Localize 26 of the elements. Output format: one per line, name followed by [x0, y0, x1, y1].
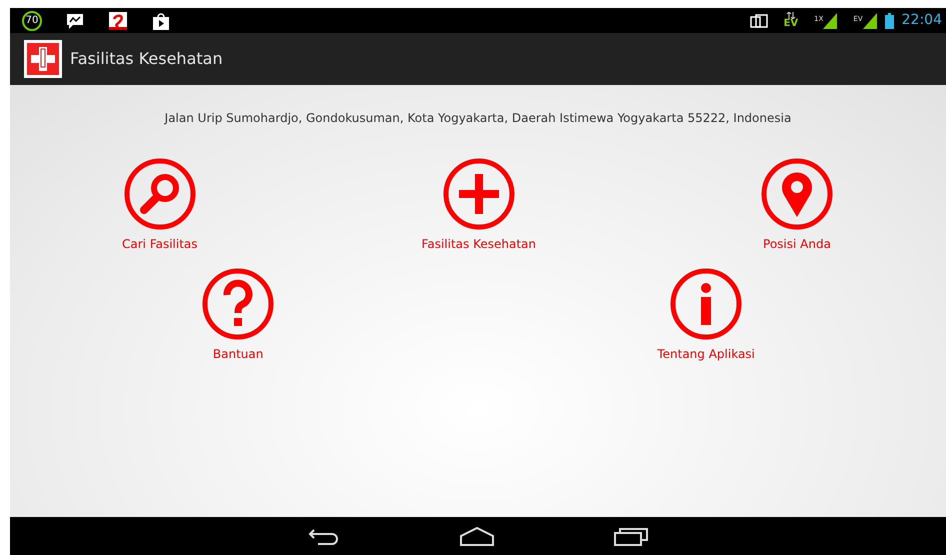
info-icon[interactable]	[669, 267, 744, 341]
store-bag-icon	[152, 12, 170, 30]
battery-icon	[884, 12, 894, 28]
plus-icon[interactable]	[442, 157, 516, 231]
app-icon	[108, 10, 128, 30]
recent-apps-icon[interactable]	[614, 526, 648, 546]
data-arrows-icon	[786, 12, 796, 19]
app-logo-icon	[24, 40, 62, 78]
location-pin-icon[interactable]	[760, 157, 834, 231]
menu-label[interactable]: Cari Fasilitas	[122, 235, 198, 253]
network-type-label: EV	[784, 19, 798, 29]
question-mark-icon[interactable]	[201, 267, 276, 341]
home-icon[interactable]	[460, 526, 494, 546]
menu-label[interactable]: Fasilitas Kesehatan	[422, 235, 536, 253]
screen-icon	[750, 14, 768, 28]
clock-time: 22:04	[902, 11, 942, 30]
counter-badge: 70	[22, 10, 42, 30]
message-icon	[66, 12, 84, 28]
signal-icon	[823, 12, 838, 28]
menu-label[interactable]: Posisi Anda	[763, 235, 831, 253]
search-icon[interactable]	[122, 157, 197, 231]
address-text: Jalan Urip Sumohardjo, Gondokusuman, Kota Yogyakarta, Daerah Istimewa Yogyakarta 55222, Indonesia	[163, 110, 792, 127]
signal-icon	[862, 12, 877, 28]
app-title: Fasilitas Kesehatan	[70, 48, 223, 70]
menu-label[interactable]: Tentang Aplikasi	[657, 345, 755, 363]
menu-label[interactable]: Bantuan	[212, 345, 264, 363]
